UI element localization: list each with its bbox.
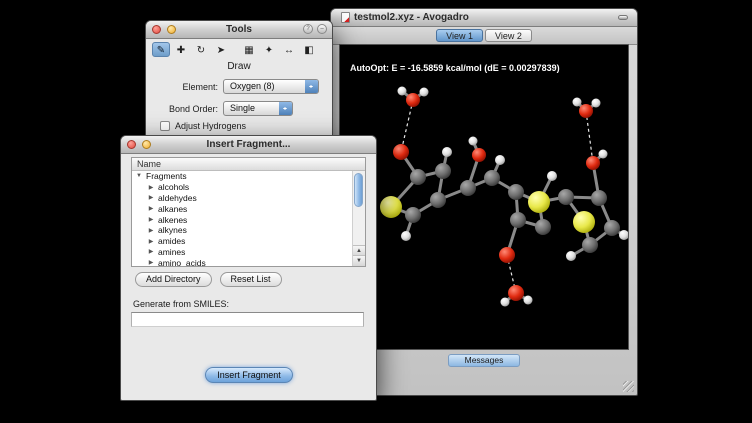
- scrollbar-thumb[interactable]: [354, 173, 363, 207]
- tree-item-label: amino_acids: [158, 258, 206, 266]
- tree-item-alcohols[interactable]: ▶alcohols: [132, 182, 352, 193]
- draw-tool-icon[interactable]: ✎: [152, 42, 170, 57]
- name-column-header[interactable]: Name: [132, 158, 365, 171]
- tree-item-label: alkanes: [158, 204, 187, 214]
- adjust-hydrogens-checkbox[interactable]: [160, 121, 170, 131]
- messages-button[interactable]: Messages: [448, 354, 520, 367]
- tree-item-label: amides: [158, 236, 185, 246]
- molecule-svg: [340, 45, 628, 349]
- tree-item-alkenes[interactable]: ▶alkenes: [132, 214, 352, 225]
- disclosure-triangle-icon[interactable]: ▶: [147, 184, 155, 191]
- disclosure-triangle-icon[interactable]: ▶: [147, 259, 155, 266]
- dropdown-arrows-icon: [305, 80, 318, 93]
- align-tool-icon[interactable]: ◧: [300, 42, 318, 57]
- tab-bar: View 1View 2: [331, 27, 637, 45]
- element-row: Element: Oxygen (8): [146, 79, 324, 94]
- tools-titlebar[interactable]: Tools ? –: [146, 21, 332, 39]
- scroll-down-icon[interactable]: ▼: [353, 255, 365, 266]
- disclosure-triangle-icon[interactable]: ▶: [147, 227, 155, 234]
- fragment-tool-icon[interactable]: ▦: [240, 42, 258, 57]
- element-dropdown-value: Oxygen (8): [230, 81, 275, 91]
- bond-order-dropdown-value: Single: [230, 103, 255, 113]
- main-window-title: testmol2.xyz - Avogadro: [354, 12, 469, 23]
- tools-toolbar: ✎✚↻➤ ▦✦↔◧: [152, 42, 318, 57]
- tree-item-amino_acids[interactable]: ▶amino_acids: [132, 257, 352, 266]
- tool-panel-title: Draw: [146, 61, 332, 72]
- disclosure-triangle-icon[interactable]: ▶: [147, 238, 155, 245]
- bond-order-row: Bond Order: Single: [146, 101, 324, 116]
- insert-fragment-dialog: Insert Fragment... Name ▼Fragments▶alcoh…: [120, 135, 377, 401]
- render-viewport[interactable]: AutoOpt: E = -16.5859 kcal/mol (dE = 0.0…: [339, 44, 629, 350]
- dropdown-arrows-icon: [279, 102, 292, 115]
- element-dropdown[interactable]: Oxygen (8): [223, 79, 319, 94]
- bond-order-dropdown[interactable]: Single: [223, 101, 293, 116]
- add-directory-button[interactable]: Add Directory: [135, 272, 212, 287]
- disclosure-triangle-icon[interactable]: ▼: [135, 173, 143, 179]
- fragment-dialog-title: Insert Fragment...: [121, 139, 376, 150]
- collapse-button[interactable]: –: [317, 24, 327, 34]
- autoopt-status-text: AutoOpt: E = -16.5859 kcal/mol (dE = 0.0…: [350, 63, 560, 73]
- tab-view-2[interactable]: View 2: [485, 29, 532, 42]
- tree-item-label: aldehydes: [158, 193, 197, 203]
- navigate-tool-icon[interactable]: ✚: [172, 42, 190, 57]
- disclosure-triangle-icon[interactable]: ▶: [147, 194, 155, 201]
- insert-fragment-button[interactable]: Insert Fragment: [205, 367, 293, 383]
- main-window-titlebar[interactable]: testmol2.xyz - Avogadro: [331, 9, 637, 27]
- tab-view-1[interactable]: View 1: [436, 29, 483, 42]
- smiles-label: Generate from SMILES:: [133, 299, 229, 309]
- tree-item-fragments[interactable]: ▼Fragments: [132, 171, 352, 182]
- adjust-hydrogens-row: Adjust Hydrogens: [160, 121, 246, 131]
- tools-window: Tools ? – ✎✚↻➤ ▦✦↔◧ Draw Element: Oxygen …: [145, 20, 333, 142]
- tree-item-label: alkynes: [158, 225, 187, 235]
- fragment-dialog-buttons: Add Directory Reset List: [135, 272, 282, 287]
- tree-item-amines[interactable]: ▶amines: [132, 247, 352, 258]
- adjust-hydrogens-label: Adjust Hydrogens: [175, 121, 246, 131]
- disclosure-triangle-icon[interactable]: ▶: [147, 248, 155, 255]
- disclosure-triangle-icon[interactable]: ▶: [147, 205, 155, 212]
- molecule-render[interactable]: [340, 45, 628, 349]
- bond-order-label: Bond Order:: [146, 104, 223, 114]
- tree-item-label: alkenes: [158, 215, 187, 225]
- rotate-tool-icon[interactable]: ↻: [192, 42, 210, 57]
- fragment-dialog-titlebar[interactable]: Insert Fragment...: [121, 136, 376, 154]
- tree-item-amides[interactable]: ▶amides: [132, 236, 352, 247]
- element-label: Element:: [146, 82, 223, 92]
- autooptimize-tool-icon[interactable]: ✦: [260, 42, 278, 57]
- resize-grip[interactable]: [623, 381, 634, 392]
- fragment-tree: ▼Fragments▶alcohols▶aldehydes▶alkanes▶al…: [132, 171, 352, 266]
- document-icon: [341, 12, 350, 23]
- toolbar-toggle-button[interactable]: [618, 15, 628, 20]
- tree-item-alkanes[interactable]: ▶alkanes: [132, 203, 352, 214]
- tree-item-alkynes[interactable]: ▶alkynes: [132, 225, 352, 236]
- disclosure-triangle-icon[interactable]: ▶: [147, 216, 155, 223]
- tree-item-label: alcohols: [158, 182, 189, 192]
- fragment-list-scrollbar[interactable]: ▲ ▼: [352, 171, 365, 266]
- measure-tool-icon[interactable]: ↔: [280, 42, 298, 57]
- smiles-input[interactable]: [131, 312, 364, 327]
- tree-item-label: Fragments: [146, 171, 187, 181]
- tree-item-aldehydes[interactable]: ▶aldehydes: [132, 193, 352, 204]
- help-button[interactable]: ?: [303, 24, 313, 34]
- tree-item-label: amines: [158, 247, 185, 257]
- fragment-list: Name ▼Fragments▶alcohols▶aldehydes▶alkan…: [131, 157, 366, 267]
- reset-list-button[interactable]: Reset List: [220, 272, 282, 287]
- select-tool-icon[interactable]: ➤: [212, 42, 230, 57]
